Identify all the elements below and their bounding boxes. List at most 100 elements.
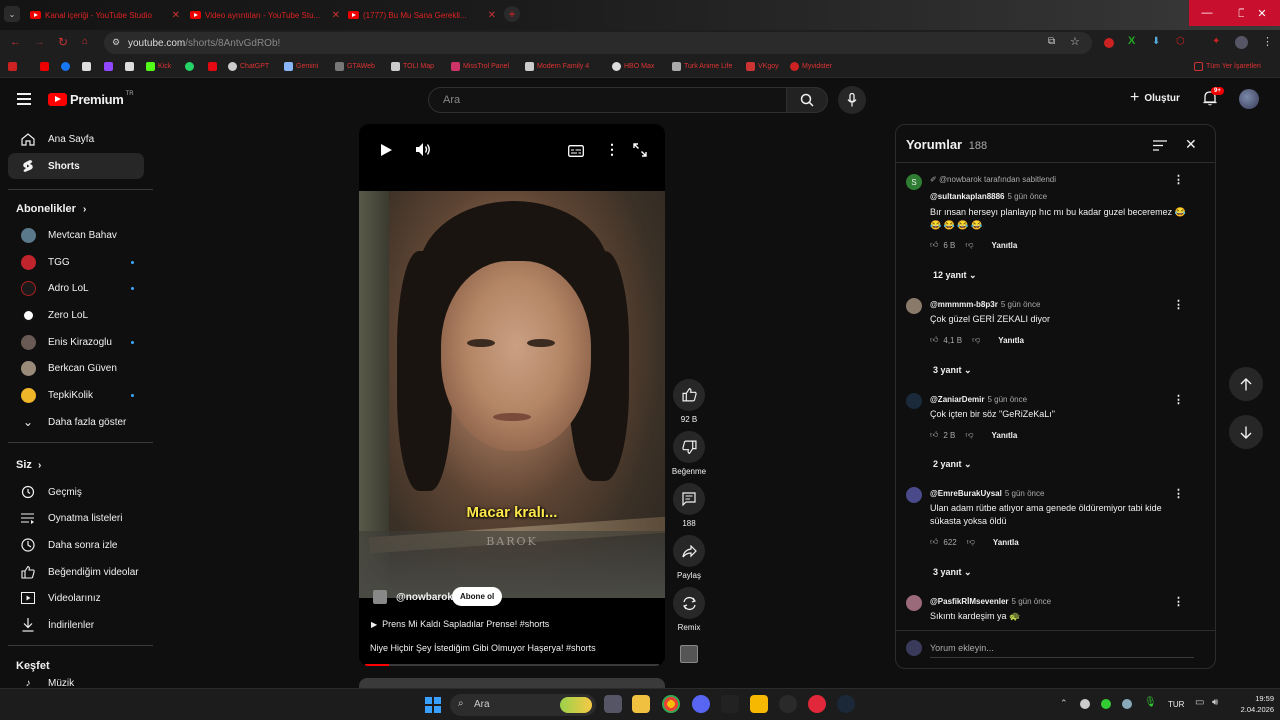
netflix-bookmark-icon[interactable] xyxy=(208,62,217,71)
create-button[interactable]: + Oluştur xyxy=(1130,90,1180,106)
video-description[interactable]: Niye Hiçbir Şey İstediğim Gibi Olmuyor H… xyxy=(370,643,596,653)
dislike-button[interactable]: Beğenme xyxy=(670,431,708,476)
remix-button[interactable]: Remix xyxy=(672,587,706,632)
previous-short-button[interactable] xyxy=(1229,367,1263,401)
comment-options-icon[interactable]: ⋮ xyxy=(1173,487,1184,500)
sort-comments-button[interactable] xyxy=(1153,138,1167,156)
sidebar-item-history[interactable]: Geçmiş xyxy=(8,479,144,505)
sidebar-sub-item[interactable]: Zero LoL xyxy=(8,302,144,328)
forward-icon[interactable]: → xyxy=(34,36,45,48)
show-more-button[interactable]: ⌄ Daha fazla göster xyxy=(8,409,144,435)
tray-app-icon[interactable] xyxy=(1080,699,1090,709)
network-icon[interactable]: ▭ xyxy=(1195,697,1204,708)
bookmark-star-icon[interactable]: ☆ xyxy=(1070,35,1080,48)
tray-microphone-icon[interactable]: 🎙︎ xyxy=(1144,697,1157,708)
comment-options-icon[interactable]: ⋮ xyxy=(1173,298,1184,311)
close-tab-icon[interactable]: ✕ xyxy=(332,10,340,21)
comment-author[interactable]: @PasfikRİMsevenler 5 gün önce xyxy=(930,597,1051,606)
opera-gx-icon[interactable] xyxy=(808,695,826,713)
subscriptions-header[interactable]: Abonelikler › xyxy=(16,203,86,215)
download-extension-icon[interactable]: ⬇ xyxy=(1152,36,1160,47)
steam-icon[interactable] xyxy=(837,695,855,713)
commenter-avatar[interactable]: S xyxy=(906,174,922,190)
whatsapp-bookmark-icon[interactable] xyxy=(185,62,194,71)
fullscreen-button[interactable] xyxy=(633,143,647,162)
comment-options-icon[interactable]: ⋮ xyxy=(1173,173,1184,186)
close-window-button[interactable]: ✕ xyxy=(1244,0,1280,26)
sidebar-sub-item[interactable]: Berkcan Güven xyxy=(8,355,144,381)
tab-shorts-active[interactable]: (1777) Bu Mu Sana Gerekli... ✕ xyxy=(348,4,496,26)
sidebar-sub-item[interactable]: Mevtcan Bahav xyxy=(8,222,144,248)
bookmark-kick[interactable]: Kick xyxy=(146,62,171,71)
voice-search-button[interactable] xyxy=(838,86,866,114)
extensions-puzzle-icon[interactable]: ✦ xyxy=(1212,36,1220,47)
apps-grid-icon[interactable] xyxy=(8,62,17,71)
sidebar-item-watch-later[interactable]: Daha sonra izle xyxy=(8,532,144,558)
reply-button[interactable]: Yanıtla xyxy=(993,538,1019,547)
audio-source-thumbnail[interactable] xyxy=(680,645,698,663)
sidebar-sub-item[interactable]: Adro LoL xyxy=(8,275,144,301)
tab-youtube-studio-content[interactable]: Kanal içeriği - YouTube Studio ✕ xyxy=(30,4,180,26)
system-clock[interactable]: 19:59 2.04.2026 xyxy=(1230,693,1274,715)
like-button[interactable]: 92 B xyxy=(672,379,706,424)
comments-button[interactable]: 188 xyxy=(672,483,706,528)
thumbs-down-icon[interactable]: 👎︎ xyxy=(965,240,973,250)
captions-button[interactable] xyxy=(568,144,584,162)
bookmark-gemini[interactable]: Gemini xyxy=(284,62,318,71)
install-app-icon[interactable]: ⧉ xyxy=(1048,36,1055,47)
next-short-preview[interactable] xyxy=(359,678,665,688)
you-header[interactable]: Siz › xyxy=(16,459,41,471)
reply-button[interactable]: Yanıtla xyxy=(998,336,1024,345)
search-button[interactable] xyxy=(786,87,828,113)
url-field[interactable]: ⚙ youtube.com/shorts/8AntvGdROb! ⧉ ☆ xyxy=(104,32,1092,54)
gmail-bookmark-icon[interactable] xyxy=(125,62,134,71)
tab-search-button[interactable]: ⌄ xyxy=(4,6,20,22)
account-avatar[interactable] xyxy=(1239,89,1259,109)
file-explorer-icon[interactable] xyxy=(632,695,650,713)
taskbar-search[interactable]: ⌕ Ara xyxy=(450,694,596,716)
channel-handle[interactable]: @nowbarok xyxy=(396,592,453,603)
bookmark-misstrol[interactable]: MissTrol Panel xyxy=(451,62,509,71)
sidebar-item-downloads[interactable]: İndirilenler xyxy=(8,612,144,638)
youtube-bookmark-icon[interactable] xyxy=(40,62,49,71)
thumbs-up-icon[interactable]: 👍︎ xyxy=(930,335,938,345)
commenter-avatar[interactable] xyxy=(906,393,922,409)
youtube-premium-logo[interactable]: Premium TR xyxy=(48,91,134,107)
excel-extension-icon[interactable]: X xyxy=(1128,35,1135,47)
view-replies-button[interactable]: 2 yanıt ⌄ xyxy=(933,459,972,470)
sidebar-item-playlists[interactable]: Oynatma listeleri xyxy=(8,505,144,531)
reply-button[interactable]: Yanıtla xyxy=(992,241,1018,250)
sidebar-item-music[interactable]: ♪ Müzik xyxy=(8,678,144,688)
reload-icon[interactable]: ↻ xyxy=(58,35,68,49)
x-bookmark-icon[interactable] xyxy=(82,62,91,71)
rockstar-icon[interactable] xyxy=(750,695,768,713)
bookmark-vkgoy[interactable]: VKgoy xyxy=(746,62,779,71)
playlist-link[interactable]: ▶ Prens Mi Kaldı Sapladılar Prense! #shor… xyxy=(371,619,549,629)
twitch-bookmark-icon[interactable] xyxy=(104,62,113,71)
comment-author[interactable]: @EmreBurakUysal 5 gün önce xyxy=(930,489,1044,498)
new-tab-button[interactable]: + xyxy=(504,6,520,22)
epic-games-icon[interactable] xyxy=(721,695,739,713)
back-icon[interactable]: ← xyxy=(10,36,21,48)
language-indicator[interactable]: TUR xyxy=(1168,700,1184,709)
commenter-avatar[interactable] xyxy=(906,487,922,503)
thumbs-down-icon[interactable]: 👎︎ xyxy=(965,430,973,440)
view-replies-button[interactable]: 3 yanıt ⌄ xyxy=(933,567,972,578)
bookmark-modern-family[interactable]: Modern Family 4 xyxy=(525,62,589,71)
close-comments-button[interactable]: ✕ xyxy=(1185,136,1197,153)
bookmark-myvidster[interactable]: Myvidster xyxy=(790,62,832,71)
sidebar-item-your-videos[interactable]: Videolarınız xyxy=(8,585,144,611)
minimize-button[interactable]: — xyxy=(1189,0,1225,26)
home-icon[interactable]: ⌂ xyxy=(82,36,88,47)
shorts-player[interactable]: ⋮ Macar kralı... BAROK @nowbarok Abone o… xyxy=(359,124,665,666)
comment-options-icon[interactable]: ⋮ xyxy=(1173,595,1184,608)
close-tab-icon[interactable]: ✕ xyxy=(488,10,496,21)
view-replies-button[interactable]: 3 yanıt ⌄ xyxy=(933,365,972,376)
thumbs-up-icon[interactable]: 👍︎ xyxy=(930,537,938,547)
subscribe-button[interactable]: Abone ol xyxy=(452,587,503,606)
tab-youtube-studio-video[interactable]: Video ayrıntıları - YouTube Stu... ✕ xyxy=(190,4,340,26)
thumbs-down-icon[interactable]: 👎︎ xyxy=(972,335,980,345)
more-options-icon[interactable]: ⋮ xyxy=(605,141,619,158)
notifications-button[interactable]: 9+ xyxy=(1203,87,1224,106)
thumbs-down-icon[interactable]: 👎︎ xyxy=(967,537,975,547)
